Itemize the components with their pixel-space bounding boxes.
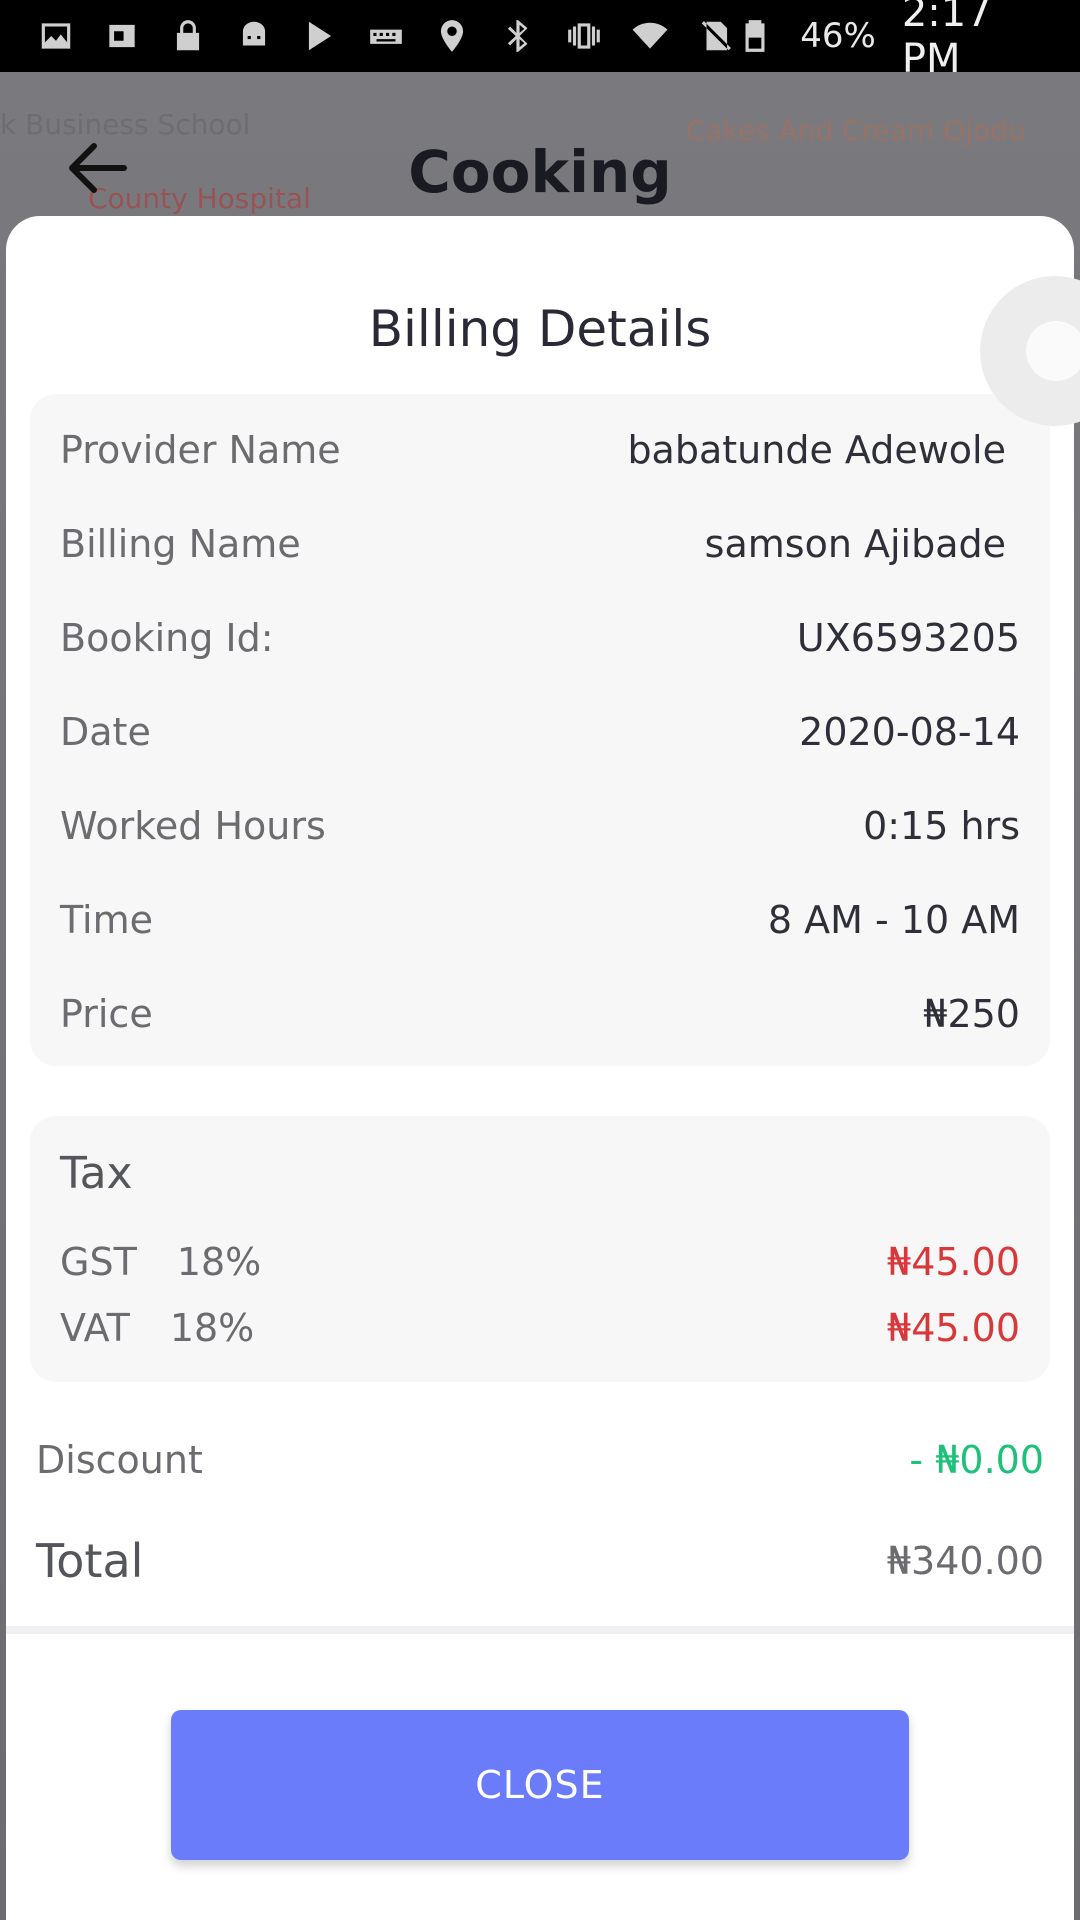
sheet-title: Billing Details — [368, 300, 712, 358]
details-card: Provider Name babatunde Adewole Billing … — [30, 394, 1050, 1066]
play-store-icon — [300, 16, 340, 56]
detail-label: Time — [60, 898, 153, 942]
page-title: Cooking — [408, 138, 672, 206]
detail-label: Provider Name — [60, 428, 341, 472]
detail-value: ₦250 — [923, 992, 1020, 1036]
discount-row: Discount - ₦0.00 — [36, 1438, 1044, 1482]
detail-label: Date — [60, 710, 151, 754]
tax-amount: ₦45.00 — [887, 1240, 1020, 1284]
status-bar: 46% 2:17 PM — [0, 0, 1080, 82]
tax-rate: 18% — [176, 1240, 262, 1284]
total-label: Total — [36, 1534, 144, 1588]
battery-icon — [736, 16, 774, 56]
status-right: 46% 2:17 PM — [736, 0, 1056, 82]
status-left — [36, 16, 736, 56]
detail-label: Price — [60, 992, 153, 1036]
detail-value: 0:15 hrs — [863, 804, 1020, 848]
close-button[interactable]: CLOSE — [171, 1710, 909, 1860]
tax-amount: ₦45.00 — [887, 1306, 1020, 1350]
tax-title: Tax — [60, 1148, 133, 1199]
detail-row-date: Date 2020-08-14 — [60, 710, 1020, 754]
map-label: k Business School — [0, 108, 251, 141]
battery-percentage: 46% — [800, 16, 876, 56]
android-icon — [234, 16, 274, 56]
clock-time: 2:17 PM — [901, 0, 992, 82]
detail-row-billing-name: Billing Name samson Ajibade — [60, 522, 1020, 566]
vibrate-icon — [564, 16, 604, 56]
bluetooth-icon — [498, 16, 538, 56]
detail-label: Booking Id: — [60, 616, 274, 660]
detail-row-worked-hours: Worked Hours 0:15 hrs — [60, 804, 1020, 848]
tax-row-vat: VAT 18% ₦45.00 — [60, 1306, 1020, 1350]
lock-icon — [168, 16, 208, 56]
keyboard-icon — [366, 16, 406, 56]
floating-handle-inner — [1026, 321, 1080, 381]
detail-label: Worked Hours — [60, 804, 326, 848]
total-row: Total ₦340.00 — [36, 1534, 1044, 1588]
tax-card: Tax GST 18% ₦45.00 VAT 18% ₦45.00 — [30, 1116, 1050, 1382]
lens-icon — [102, 16, 142, 56]
detail-row-price: Price ₦250 — [60, 992, 1020, 1036]
detail-value: 2020-08-14 — [799, 710, 1020, 754]
no-sim-icon — [696, 16, 736, 56]
tax-name: GST — [60, 1240, 137, 1284]
total-value: ₦340.00 — [886, 1539, 1044, 1583]
detail-row-provider: Provider Name babatunde Adewole — [60, 428, 1020, 472]
detail-label: Billing Name — [60, 522, 301, 566]
tax-label: GST 18% — [60, 1240, 261, 1284]
detail-row-booking-id: Booking Id: UX6593205 — [60, 616, 1020, 660]
detail-row-time: Time 8 AM - 10 AM — [60, 898, 1020, 942]
wifi-icon — [630, 16, 670, 56]
tax-label: VAT 18% — [60, 1306, 254, 1350]
tax-name: VAT — [60, 1306, 130, 1350]
billing-details-sheet: Billing Details Provider Name babatunde … — [6, 216, 1074, 1920]
detail-value: UX6593205 — [796, 616, 1020, 660]
discount-label: Discount — [36, 1438, 203, 1482]
divider — [6, 1626, 1074, 1634]
detail-value: 8 AM - 10 AM — [767, 898, 1020, 942]
discount-value: - ₦0.00 — [909, 1438, 1044, 1482]
location-icon — [432, 16, 472, 56]
tax-rate: 18% — [169, 1306, 255, 1350]
tax-row-gst: GST 18% ₦45.00 — [60, 1240, 1020, 1284]
detail-value: samson Ajibade — [704, 522, 1006, 566]
detail-value: babatunde Adewole — [627, 428, 1006, 472]
image-icon — [36, 16, 76, 56]
